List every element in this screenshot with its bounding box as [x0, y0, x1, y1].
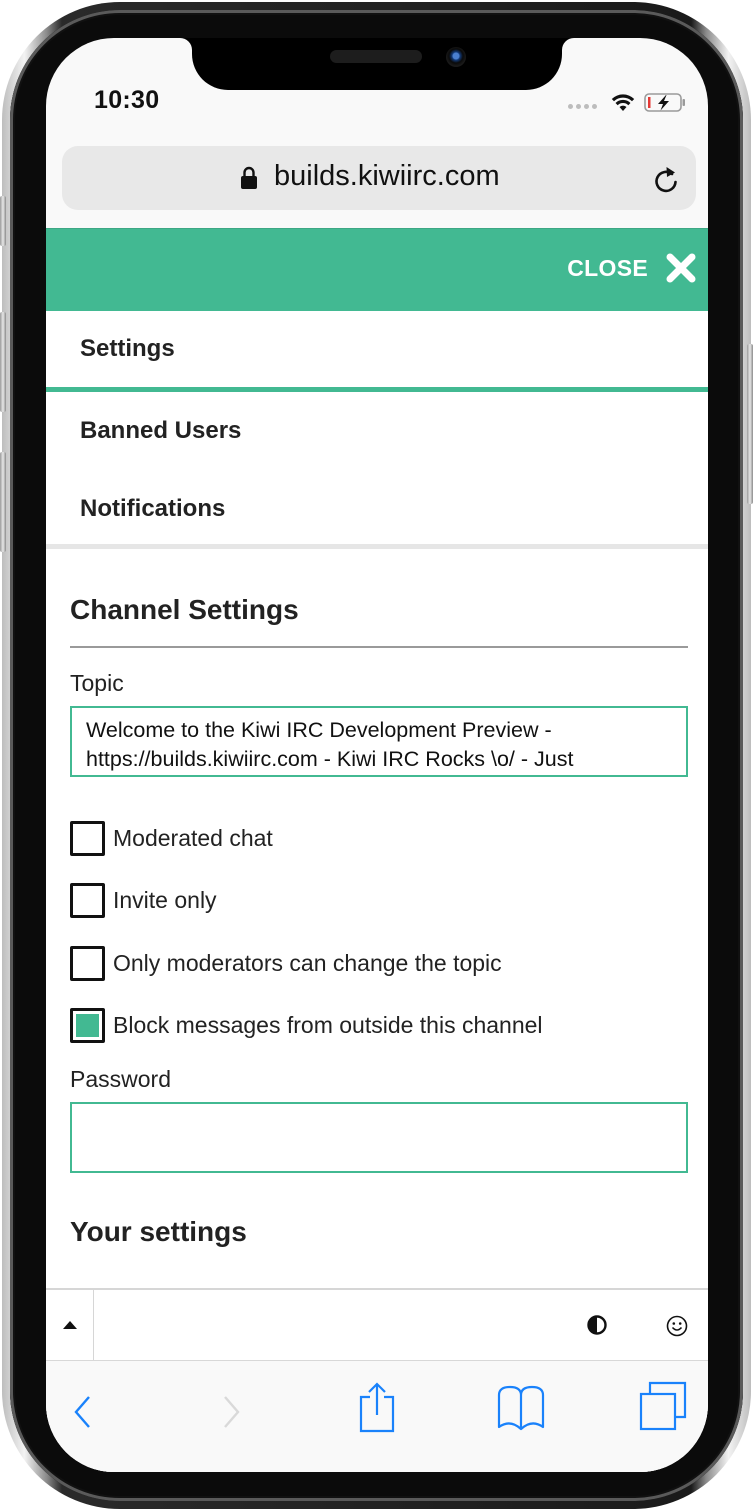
power-button: [747, 344, 753, 504]
tab-label: Banned Users: [80, 417, 242, 444]
battery-charging-icon: [644, 93, 685, 112]
emoji-icon[interactable]: [666, 1315, 688, 1337]
kiwi-irc-app: CLOSE Settings Banned Users Notification…: [46, 228, 708, 1472]
option-moderators-topic[interactable]: Only moderators can change the topic: [70, 932, 688, 995]
option-label: Block messages from outside this channel: [113, 1012, 543, 1039]
channel-mode-options: Moderated chat Invite only Only moderato…: [70, 807, 688, 1057]
block-outside-messages-checkbox[interactable]: [70, 1008, 105, 1044]
tab-label: Settings: [80, 335, 175, 362]
option-label: Only moderators can change the topic: [113, 949, 502, 976]
speaker-grille: [330, 50, 422, 63]
option-label: Moderated chat: [113, 824, 273, 851]
status-time: 10:30: [94, 86, 160, 114]
close-label: CLOSE: [567, 254, 648, 281]
option-invite-only[interactable]: Invite only: [70, 870, 688, 933]
channel-settings-heading: Channel Settings: [70, 594, 299, 625]
option-label: Invite only: [113, 887, 217, 914]
topic-input[interactable]: Welcome to the Kiwi IRC Development Prev…: [70, 706, 688, 777]
volume-down-button: [0, 452, 6, 552]
your-settings-heading: Your settings: [70, 1216, 247, 1247]
volume-up-button: [0, 312, 6, 412]
message-input[interactable]: [96, 1290, 566, 1360]
triangle-up-icon: [62, 1321, 77, 1329]
password-label: Password: [70, 1066, 171, 1092]
share-icon[interactable]: [358, 1381, 396, 1433]
forward-icon[interactable]: [220, 1395, 242, 1429]
lock-icon: [241, 166, 257, 189]
close-icon: [666, 253, 696, 283]
url-text[interactable]: builds.kiwiirc.com: [274, 160, 500, 193]
password-input[interactable]: [70, 1102, 688, 1173]
address-bar[interactable]: builds.kiwiirc.com: [62, 146, 696, 210]
settings-header-bar: CLOSE: [46, 228, 708, 311]
topic-label: Topic: [70, 670, 124, 696]
browser-toolbar: [46, 1360, 708, 1472]
moderated-chat-checkbox[interactable]: [70, 820, 105, 856]
wifi-icon: [611, 94, 635, 111]
tab-label: Notifications: [80, 495, 226, 522]
expand-toggle-button[interactable]: [46, 1290, 94, 1360]
option-moderated-chat[interactable]: Moderated chat: [70, 807, 688, 870]
section-divider: [70, 646, 688, 648]
notch: [192, 38, 562, 90]
tab-settings[interactable]: Settings: [46, 311, 708, 392]
settings-tabs: Settings Banned Users Notifications: [46, 311, 708, 548]
moderators-topic-checkbox[interactable]: [70, 945, 105, 981]
contrast-icon[interactable]: [587, 1315, 607, 1335]
invite-only-checkbox[interactable]: [70, 883, 105, 919]
message-input-bar: [46, 1288, 708, 1360]
cellular-signal-icon: [568, 104, 597, 109]
bookmarks-icon[interactable]: [496, 1385, 546, 1431]
close-button[interactable]: CLOSE: [567, 253, 696, 283]
front-camera: [446, 47, 466, 67]
settings-content: Channel Settings Topic Welcome to the Ki…: [70, 549, 688, 1248]
tab-notifications[interactable]: Notifications: [46, 470, 708, 548]
reload-icon[interactable]: [652, 164, 680, 194]
tab-banned-users[interactable]: Banned Users: [46, 392, 708, 470]
back-icon[interactable]: [72, 1395, 94, 1429]
option-block-outside-messages[interactable]: Block messages from outside this channel: [70, 995, 688, 1058]
mute-switch: [0, 196, 6, 246]
screen: 10:30 builds.kiwiirc.com CLOSE Settings …: [46, 38, 708, 1472]
tabs-icon[interactable]: [638, 1381, 688, 1431]
